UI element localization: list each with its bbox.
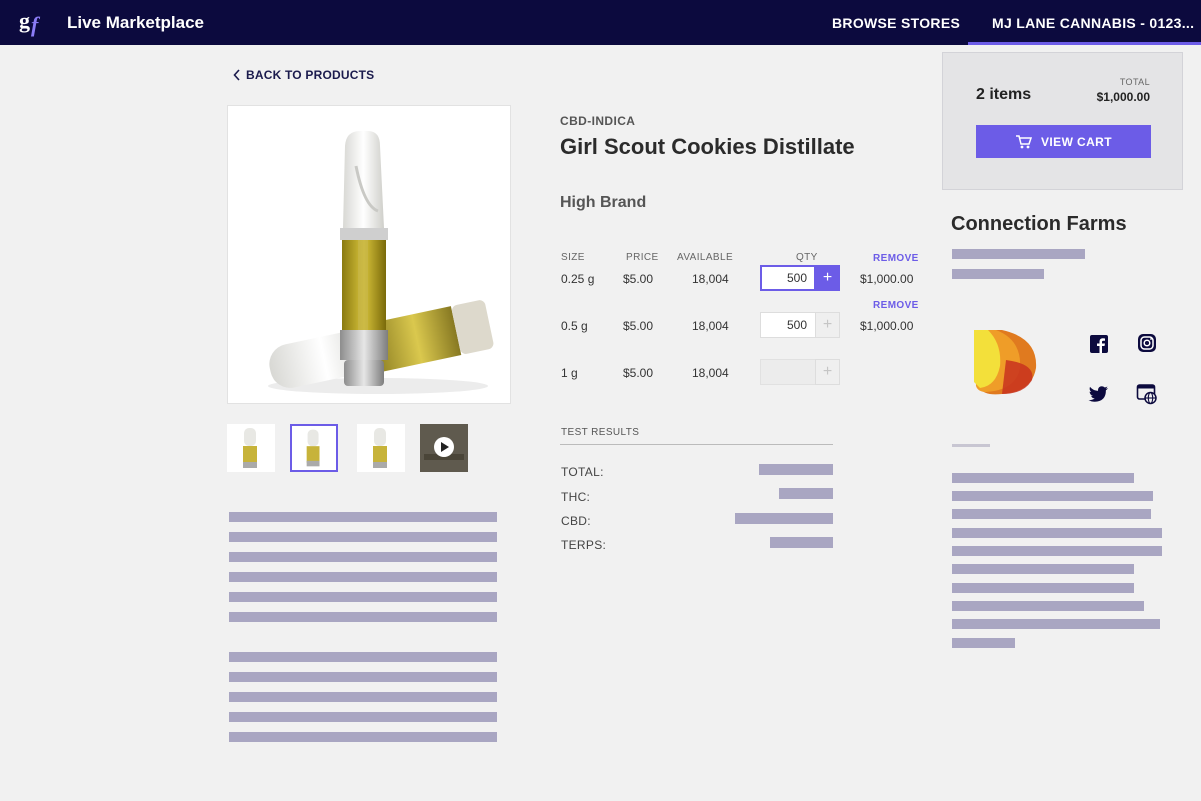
variant-available: 18,004	[692, 366, 729, 380]
vendor-description-placeholder-line	[952, 473, 1134, 483]
test-result-value-placeholder	[779, 488, 833, 499]
nav-browse-stores[interactable]: BROWSE STORES	[832, 15, 960, 31]
product-category: CBD-INDICA	[560, 114, 636, 128]
vendor-description-placeholder-line	[952, 619, 1160, 629]
test-result-value-placeholder	[770, 537, 833, 548]
description-placeholder-line	[229, 532, 497, 542]
instagram-icon[interactable]	[1136, 332, 1158, 354]
description-placeholder-line	[229, 512, 497, 522]
variant-price: $5.00	[623, 272, 654, 286]
vape-cartridge-image	[268, 131, 494, 394]
description-placeholder-line	[229, 552, 497, 562]
twitter-icon[interactable]	[1087, 383, 1109, 405]
website-icon[interactable]	[1136, 383, 1158, 405]
back-to-products-link[interactable]: BACK TO PRODUCTS	[233, 68, 374, 82]
description-placeholder-line	[229, 612, 497, 622]
vendor-description-placeholder-line	[952, 509, 1151, 519]
divider	[560, 444, 833, 445]
quantity-input[interactable]: 500	[760, 312, 816, 338]
vendor-info-placeholder-line	[952, 269, 1044, 279]
description-placeholder-line	[229, 692, 497, 702]
back-to-products-label: BACK TO PRODUCTS	[246, 68, 375, 82]
vendor-description-placeholder-line	[952, 491, 1153, 501]
play-icon	[420, 424, 468, 472]
product-main-image[interactable]	[227, 105, 511, 404]
column-header-size: SIZE	[561, 252, 585, 263]
variant-size: 0.25 g	[561, 272, 595, 286]
cart-total-label: TOTAL	[1119, 77, 1150, 87]
vendor-description-placeholder-line	[952, 564, 1134, 574]
vendor-description-placeholder-line	[952, 638, 1015, 648]
description-placeholder-line	[229, 712, 497, 722]
increase-quantity-button[interactable]: +	[815, 359, 840, 385]
test-results-title: TEST RESULTS	[561, 427, 640, 438]
product-thumbnail[interactable]	[357, 424, 405, 472]
remove-button[interactable]: REMOVE	[873, 253, 919, 264]
nav-current-store-label: MJ LANE CANNABIS - 0123...	[992, 15, 1195, 31]
svg-text:g: g	[19, 8, 30, 33]
cart-item-count: 2 items	[976, 86, 1032, 103]
quantity-input[interactable]	[760, 359, 816, 385]
cart-icon	[1016, 134, 1033, 148]
description-placeholder-line	[229, 592, 497, 602]
test-result-value-placeholder	[735, 513, 833, 524]
thumbnail-image	[306, 429, 320, 467]
description-placeholder-line	[229, 732, 497, 742]
gf-logo-icon[interactable]: g f	[18, 6, 48, 38]
test-result-label: TERPS:	[561, 538, 607, 552]
divider	[952, 444, 990, 447]
quantity-input[interactable]: 500	[760, 265, 816, 291]
facebook-icon[interactable]	[1088, 333, 1110, 355]
app-title: Live Marketplace	[67, 13, 205, 32]
variant-available: 18,004	[692, 272, 729, 286]
column-header-available: AVAILABLE	[677, 252, 734, 263]
chevron-left-icon	[233, 69, 240, 81]
variant-price: $5.00	[623, 319, 654, 333]
increase-quantity-button[interactable]: +	[815, 265, 840, 291]
product-brand: High Brand	[560, 194, 647, 211]
vendor-logo	[974, 330, 1037, 395]
vendor-description-placeholder-line	[952, 546, 1162, 556]
test-result-label: CBD:	[561, 514, 591, 528]
svg-text:f: f	[31, 12, 41, 37]
test-result-label: TOTAL:	[561, 465, 604, 479]
thumbnail-image	[373, 428, 387, 468]
test-result-value-placeholder	[759, 464, 833, 475]
view-cart-label: VIEW CART	[1041, 134, 1112, 149]
product-title: Girl Scout Cookies Distillate	[560, 134, 855, 159]
variant-line-total: $1,000.00	[860, 319, 914, 333]
product-video-thumbnail[interactable]	[420, 424, 468, 472]
product-thumbnail[interactable]	[227, 424, 275, 472]
description-placeholder-line	[229, 572, 497, 582]
variant-available: 18,004	[692, 319, 729, 333]
variant-size: 1 g	[561, 366, 578, 380]
vendor-info-placeholder-line	[952, 249, 1085, 259]
variant-price: $5.00	[623, 366, 654, 380]
variant-size: 0.5 g	[561, 319, 588, 333]
test-result-label: THC:	[561, 490, 591, 504]
product-thumbnail-selected[interactable]	[290, 424, 338, 472]
vendor-description-placeholder-line	[952, 528, 1162, 538]
description-placeholder-line	[229, 672, 497, 682]
vendor-name[interactable]: Connection Farms	[951, 213, 1127, 236]
thumbnail-image	[243, 428, 257, 468]
nav-current-store[interactable]: MJ LANE CANNABIS - 0123...	[968, 0, 1201, 45]
column-header-price: PRICE	[626, 252, 659, 263]
vendor-description-placeholder-line	[952, 601, 1144, 611]
column-header-qty: QTY	[796, 252, 818, 263]
cart-total-value: $1,000.00	[1096, 90, 1150, 104]
view-cart-button[interactable]: VIEW CART	[976, 125, 1151, 158]
increase-quantity-button[interactable]: +	[815, 312, 840, 338]
cart-summary-panel: 2 items TOTAL $1,000.00 VIEW CART	[942, 52, 1183, 190]
vendor-description-placeholder-line	[952, 583, 1134, 593]
remove-button[interactable]: REMOVE	[873, 300, 919, 311]
top-navigation-bar: g f Live Marketplace BROWSE STORES MJ LA…	[0, 0, 1201, 45]
variant-line-total: $1,000.00	[860, 272, 914, 286]
description-placeholder-line	[229, 652, 497, 662]
